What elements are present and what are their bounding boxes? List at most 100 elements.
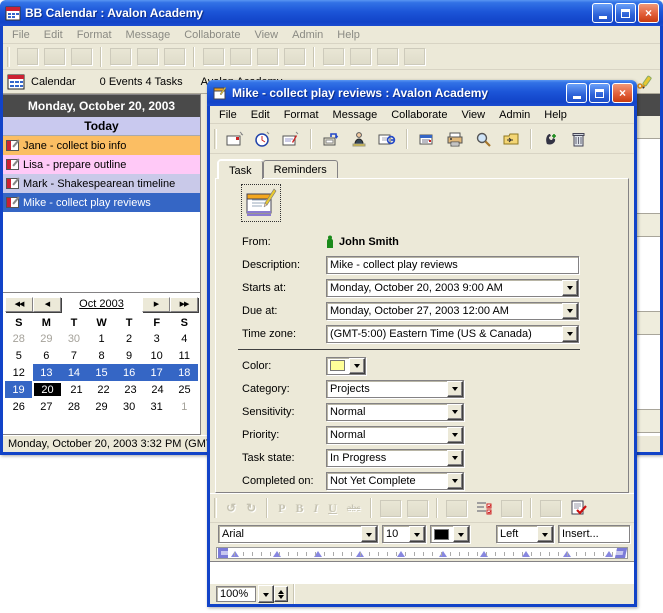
calendar-day[interactable]: 16 [115, 364, 143, 381]
next-month-button[interactable]: ▶ [142, 297, 170, 312]
month-label[interactable]: Oct 2003 [61, 298, 142, 310]
menu-help[interactable]: Help [330, 27, 367, 43]
new-alarm-icon[interactable] [44, 48, 65, 65]
delete-icon[interactable] [164, 48, 185, 65]
calendar-day[interactable]: 30 [60, 330, 88, 347]
help-icon[interactable] [350, 48, 371, 65]
calendar-day[interactable]: 21 [63, 381, 90, 398]
tab-reminders[interactable]: Reminders [263, 160, 338, 178]
chevron-down-icon[interactable] [562, 280, 578, 296]
calendar-day[interactable]: 18 [170, 364, 198, 381]
calendar-day[interactable]: 23 [117, 381, 144, 398]
ruler-left-margin-marker[interactable] [218, 548, 228, 558]
chevron-down-icon[interactable] [562, 326, 578, 342]
dialog-maximize-button[interactable] [589, 83, 610, 103]
calendar-day[interactable]: 11 [170, 347, 198, 364]
menu-message[interactable]: Message [119, 27, 178, 43]
prev-month-button[interactable]: ◀ [33, 297, 61, 312]
calendar-day[interactable]: 4 [170, 330, 198, 347]
calendar-day[interactable]: 13 [33, 364, 61, 381]
spellcheck-icon[interactable] [567, 498, 589, 518]
zoom-select-button[interactable] [258, 585, 274, 603]
print-icon[interactable] [444, 129, 466, 149]
chevron-down-icon[interactable] [361, 526, 377, 542]
send-icon[interactable] [320, 129, 342, 149]
time-zone-select[interactable]: (GMT-5:00) Eastern Time (US & Canada) [326, 325, 579, 343]
font-size-select[interactable]: 10 [382, 525, 426, 543]
dialog-close-button[interactable]: × [612, 83, 633, 103]
chevron-down-icon[interactable] [447, 381, 463, 397]
chevron-down-icon[interactable] [447, 473, 463, 489]
new-task-icon[interactable] [71, 48, 92, 65]
message-body[interactable] [210, 561, 634, 584]
flag-icon[interactable] [137, 48, 158, 65]
calendar-day[interactable]: 5 [5, 347, 33, 364]
calendar-day[interactable]: 20 [32, 381, 63, 398]
minimize-button[interactable] [592, 3, 613, 23]
attendee-icon[interactable] [348, 129, 370, 149]
chevron-down-icon[interactable] [447, 427, 463, 443]
calendar-day[interactable]: 14 [60, 364, 88, 381]
description-input[interactable] [326, 256, 579, 274]
chevron-down-icon[interactable] [537, 526, 553, 542]
task-list-item[interactable]: Jane - collect bio info [3, 136, 200, 155]
calendar-day[interactable]: 25 [171, 381, 198, 398]
menu-format[interactable]: Format [277, 107, 326, 123]
folder-icon[interactable] [500, 129, 522, 149]
calendar-day[interactable]: 28 [5, 330, 33, 347]
due-at-select[interactable]: Monday, October 27, 2003 12:00 AM [326, 302, 579, 320]
calendar-day[interactable]: 26 [5, 398, 33, 415]
calendar-day[interactable]: 24 [144, 381, 171, 398]
maximize-button[interactable] [615, 3, 636, 23]
day-view-icon[interactable] [230, 48, 251, 65]
completed-on-select[interactable]: Not Yet Complete [326, 472, 464, 490]
message-icon[interactable] [110, 48, 131, 65]
close-button[interactable]: × [638, 3, 659, 23]
folder-icon[interactable] [323, 48, 344, 65]
new-event-icon[interactable] [17, 48, 38, 65]
month-view-icon[interactable] [284, 48, 305, 65]
new-event-icon[interactable] [224, 129, 246, 149]
task-list-item[interactable]: Mike - collect play reviews [3, 193, 200, 212]
message-details-icon[interactable] [416, 129, 438, 149]
ruler[interactable] [216, 547, 628, 559]
chevron-down-icon[interactable] [447, 404, 463, 420]
calendar-day[interactable]: 31 [143, 398, 171, 415]
edit-pencil-icon[interactable] [636, 74, 654, 90]
menu-message[interactable]: Message [326, 107, 385, 123]
menu-collaborate[interactable]: Collaborate [177, 27, 247, 43]
list-view-icon[interactable] [203, 48, 224, 65]
task-state-select[interactable]: In Progress [326, 449, 464, 467]
chevron-down-icon[interactable] [349, 358, 365, 374]
calendar-day[interactable]: 12 [5, 364, 33, 381]
menu-collaborate[interactable]: Collaborate [384, 107, 454, 123]
dialog-minimize-button[interactable] [566, 83, 587, 103]
align-select[interactable]: Left [496, 525, 554, 543]
menu-edit[interactable]: Edit [244, 107, 277, 123]
dialog-titlebar[interactable]: Mike - collect play reviews : Avalon Aca… [207, 80, 637, 106]
menu-edit[interactable]: Edit [37, 27, 70, 43]
menu-help[interactable]: Help [537, 107, 574, 123]
chevron-down-icon[interactable] [447, 450, 463, 466]
prev-year-button[interactable]: ◀◀ [5, 297, 33, 312]
zoom-spinner[interactable] [274, 586, 288, 602]
calendar-day[interactable]: 9 [115, 347, 143, 364]
view-label[interactable]: Calendar [31, 76, 76, 88]
calendar-day[interactable]: 1 [88, 330, 116, 347]
chevron-down-icon[interactable] [562, 303, 578, 319]
calendar-day[interactable]: 19 [5, 381, 32, 398]
print-icon[interactable] [404, 48, 425, 65]
calendar-day[interactable]: 27 [33, 398, 61, 415]
chevron-down-icon[interactable] [453, 526, 469, 542]
menu-view[interactable]: View [247, 27, 285, 43]
new-alarm-icon[interactable] [252, 129, 274, 149]
starts-at-select[interactable]: Monday, October 20, 2003 9:00 AM [326, 279, 579, 297]
checklist-icon[interactable] [473, 498, 495, 518]
ruler-right-margin-marker[interactable] [615, 548, 627, 558]
sensitivity-select[interactable]: Normal [326, 403, 464, 421]
calendar-day[interactable]: 7 [60, 347, 88, 364]
calendar-day[interactable]: 3 [143, 330, 171, 347]
calendar-day[interactable]: 29 [88, 398, 116, 415]
calendar-day[interactable]: 6 [33, 347, 61, 364]
menu-admin[interactable]: Admin [492, 107, 537, 123]
